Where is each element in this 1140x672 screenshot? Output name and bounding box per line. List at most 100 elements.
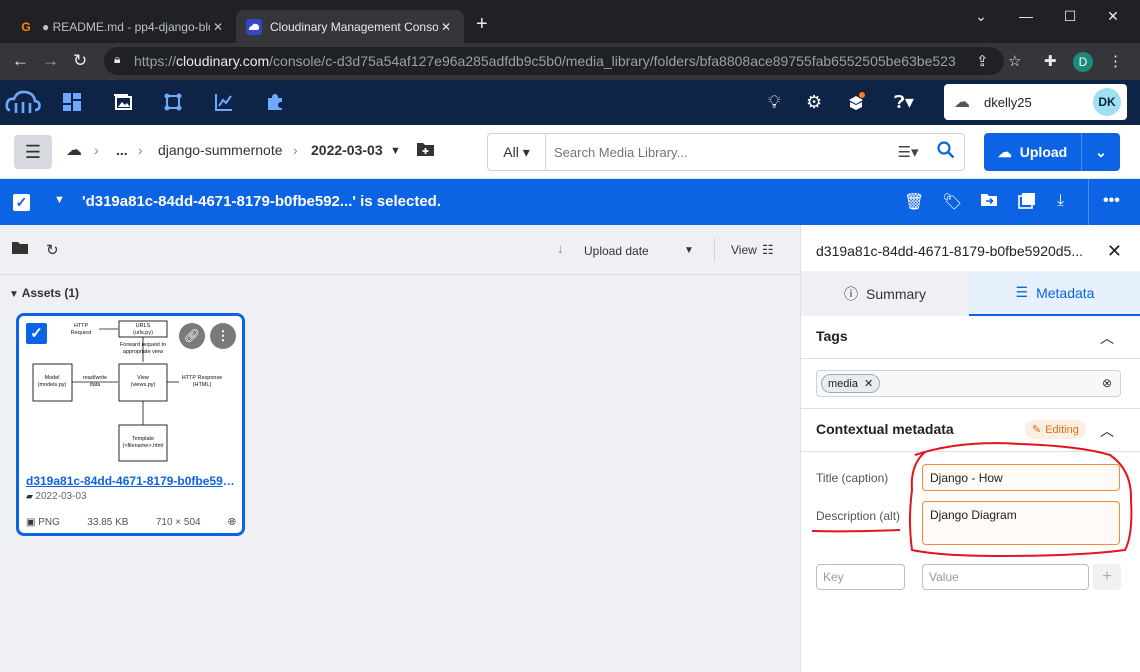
- browser-tab-title: Cloudinary Management Console: [270, 19, 438, 34]
- title-caption-input[interactable]: Django - How: [922, 464, 1120, 491]
- asset-checkbox[interactable]: ✓: [26, 323, 47, 344]
- url-domain: cloudinary.com: [176, 53, 270, 69]
- addons-icon[interactable]: [265, 92, 285, 116]
- download-icon[interactable]: ⤓: [1057, 192, 1064, 210]
- share-icon[interactable]: ⇪: [976, 52, 989, 70]
- search-box: All ▾ ☰▾: [487, 133, 965, 171]
- search-input[interactable]: [554, 144, 888, 160]
- breadcrumb-folder[interactable]: django-summernote: [158, 142, 283, 158]
- tab-metadata[interactable]: ☰ Metadata: [969, 271, 1140, 316]
- browser-profile-avatar[interactable]: D: [1073, 52, 1093, 72]
- delete-icon[interactable]: 🗑︎: [904, 192, 924, 212]
- more-options-icon[interactable]: •••: [1103, 192, 1120, 210]
- maximize-icon[interactable]: ☐: [1047, 8, 1093, 25]
- user-avatar[interactable]: DK: [1093, 88, 1121, 116]
- filter-sliders-icon[interactable]: ☰▾: [888, 143, 928, 161]
- close-tab-icon[interactable]: ✕: [438, 20, 454, 34]
- assets-header[interactable]: ▼ Assets (1): [9, 286, 79, 300]
- transformations-icon[interactable]: [163, 92, 183, 116]
- breadcrumb-current[interactable]: 2022-03-03: [311, 142, 383, 158]
- collapse-caret-icon: ▼: [9, 289, 22, 300]
- notifications-icon[interactable]: [846, 92, 866, 117]
- folder-tree-icon[interactable]: [12, 241, 28, 258]
- clear-tags-icon[interactable]: ⊗: [1102, 376, 1112, 390]
- add-field-button[interactable]: +: [1093, 564, 1121, 590]
- back-icon[interactable]: ←: [12, 51, 29, 71]
- minimize-icon[interactable]: —: [1003, 8, 1049, 24]
- contextual-metadata-header[interactable]: Contextual metadata: [816, 421, 954, 437]
- address-bar[interactable]: 🔒︎ https://cloudinary.com/console/c-d3d7…: [104, 47, 1004, 75]
- extensions-icon[interactable]: ✚: [1044, 52, 1057, 70]
- asset-size: 33.85 KB: [87, 517, 129, 528]
- close-window-icon[interactable]: ✕: [1090, 8, 1136, 25]
- account-switcher[interactable]: ☁ dkelly25 DK: [944, 84, 1127, 120]
- chevron-up-icon[interactable]: ︿: [1100, 421, 1114, 441]
- asset-folder: ▰ 2022-03-03: [26, 491, 87, 502]
- chevron-right-icon: ›: [293, 142, 298, 158]
- upload-options-chevron-icon[interactable]: ⌄: [1082, 144, 1120, 161]
- new-folder-icon[interactable]: [416, 141, 435, 160]
- chevron-up-icon[interactable]: ︿: [1100, 328, 1114, 348]
- upload-button[interactable]: ☁ Upload ⌄: [984, 133, 1120, 171]
- close-icon[interactable]: ✕: [1107, 241, 1122, 262]
- search-scope-select[interactable]: All ▾: [488, 134, 546, 170]
- selection-dropdown-icon[interactable]: ▼: [54, 194, 65, 206]
- refresh-icon[interactable]: ↻: [46, 241, 59, 259]
- tab-summary[interactable]: ⓘ Summary: [801, 271, 969, 316]
- settings-gear-icon[interactable]: ⚙: [806, 92, 822, 113]
- move-folder-icon[interactable]: [980, 192, 998, 212]
- browser-menu-icon[interactable]: ⋮: [1108, 52, 1123, 70]
- description-alt-textarea[interactable]: Django Diagram: [922, 501, 1120, 545]
- tags-header[interactable]: Tags: [816, 328, 848, 344]
- chevron-down-icon[interactable]: ▼: [390, 145, 401, 157]
- remove-tag-icon[interactable]: ✕: [864, 377, 873, 390]
- dashboard-icon[interactable]: [62, 92, 82, 116]
- asset-more-icon[interactable]: ⋮: [210, 323, 236, 349]
- new-tab-icon[interactable]: +: [476, 14, 488, 34]
- reload-icon[interactable]: ↻: [73, 51, 87, 71]
- folders-menu-button[interactable]: ☰: [14, 135, 52, 169]
- select-all-checkbox[interactable]: ✓: [13, 194, 30, 211]
- view-mode-label[interactable]: View: [731, 243, 757, 257]
- details-panel: d319a81c-84dd-4671-8179-b0fbe5920d5... ✕…: [800, 225, 1140, 672]
- add-to-collection-icon[interactable]: [1018, 192, 1036, 214]
- reports-icon[interactable]: [214, 92, 234, 116]
- gitpod-favicon-icon: G: [21, 19, 31, 34]
- lightbulb-icon[interactable]: 💡︎: [768, 92, 781, 113]
- tag-icon[interactable]: 🏷︎: [942, 192, 962, 212]
- cloud-root-icon[interactable]: ☁: [66, 140, 82, 160]
- diagram-http-response-2: (HTML): [193, 382, 212, 388]
- info-icon: ⓘ: [844, 285, 859, 302]
- asset-thumbnail[interactable]: HTTP Request URLS (urls.py) Forward requ…: [19, 316, 242, 466]
- list-view-icon[interactable]: ☷: [762, 242, 774, 258]
- sort-direction-icon[interactable]: ↓: [557, 241, 564, 256]
- tab-search-icon[interactable]: ⌄: [958, 8, 1004, 25]
- custom-key-input[interactable]: Key: [816, 564, 905, 590]
- diagram-template-2: (<filename>.html: [123, 443, 164, 449]
- upload-cloud-icon: ☁: [997, 143, 1012, 160]
- asset-card[interactable]: HTTP Request URLS (urls.py) Forward requ…: [16, 313, 245, 536]
- media-library-icon[interactable]: [113, 92, 133, 116]
- browser-tab-readme[interactable]: G ● README.md - pp4-django-blo ✕: [8, 10, 236, 43]
- asset-filename-link[interactable]: d319a81c-84dd-4671-8179-b0fbe5920...: [26, 474, 236, 488]
- forward-icon[interactable]: →: [42, 51, 59, 71]
- browser-tab-cloudinary[interactable]: Cloudinary Management Console ✕: [236, 10, 464, 43]
- close-tab-icon[interactable]: ✕: [210, 20, 226, 34]
- diagram-view-2: (views.py): [131, 382, 156, 388]
- diagram-model: Model: [45, 375, 60, 381]
- bookmark-star-icon[interactable]: ☆: [1008, 52, 1021, 70]
- browser-tab-title: ● README.md - pp4-django-blo: [42, 19, 210, 34]
- custom-value-input[interactable]: Value: [922, 564, 1089, 590]
- breadcrumb-ellipsis[interactable]: ...: [116, 142, 128, 158]
- image-icon: ▣: [26, 517, 39, 528]
- help-icon[interactable]: ❓︎▾: [894, 92, 914, 113]
- copy-link-icon[interactable]: 🔗︎: [179, 323, 205, 349]
- sort-by-label[interactable]: Upload date: [584, 244, 649, 258]
- diagram-urls-2: (urls.py): [133, 330, 153, 336]
- cloudinary-logo-icon[interactable]: [4, 86, 42, 121]
- search-icon[interactable]: [928, 140, 964, 164]
- tags-input[interactable]: media ✕ ⊗: [816, 370, 1121, 397]
- diagram-urls: URLS: [136, 323, 151, 329]
- media-library-toolbar: ☰ ☁ › ... › django-summernote › 2022-03-…: [0, 125, 1140, 179]
- sort-dropdown-chevron-icon[interactable]: ▼: [684, 245, 694, 256]
